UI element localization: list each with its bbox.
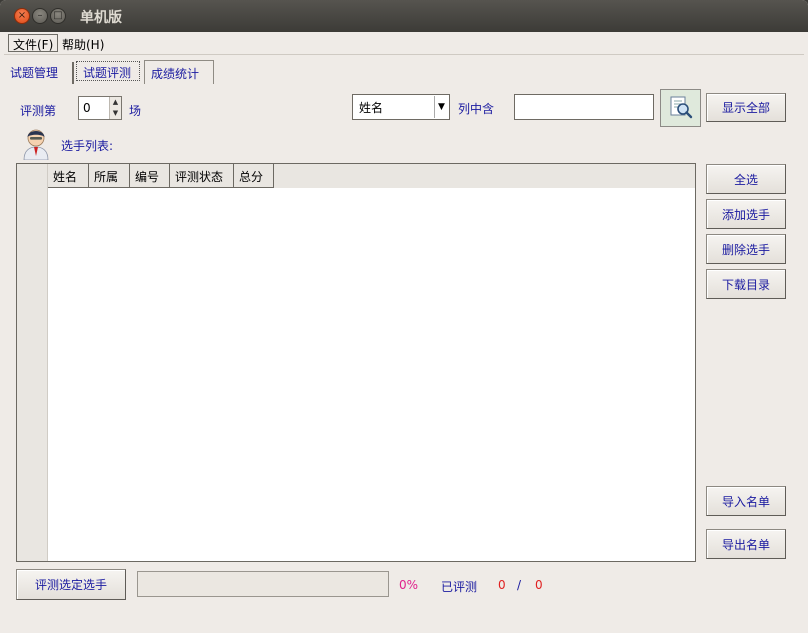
progress-percent: 0%	[399, 578, 419, 592]
tab-divider	[72, 62, 74, 84]
stepper-up-icon[interactable]: ▲	[109, 97, 121, 108]
column-header-name[interactable]: 姓名	[48, 164, 89, 188]
export-list-button[interactable]: 导出名单	[706, 529, 786, 559]
contains-label: 列中含	[458, 102, 495, 116]
column-header-number[interactable]: 编号	[130, 164, 170, 188]
user-avatar-icon	[23, 129, 49, 161]
tab-question-evaluation[interactable]: 试题评测	[76, 61, 140, 81]
tab-bar: 试题管理 试题评测 成绩统计	[4, 60, 804, 84]
stepper-down-icon[interactable]: ▼	[109, 108, 121, 119]
round-value: 0	[83, 101, 91, 115]
minimize-icon: –	[37, 10, 43, 21]
search-icon	[670, 96, 692, 119]
count-separator: /	[517, 578, 522, 592]
show-all-button[interactable]: 显示全部	[706, 93, 786, 122]
maximize-icon: □	[53, 10, 63, 21]
column-header-total[interactable]: 总分	[234, 164, 274, 188]
column-header-affiliation[interactable]: 所属	[89, 164, 130, 188]
menu-bar: 文件(F) 帮助(H)	[4, 33, 804, 55]
round-stepper[interactable]: 0 ▲ ▼	[78, 96, 122, 120]
column-select[interactable]: 姓名 ▼	[352, 94, 450, 120]
avatar	[22, 126, 50, 161]
search-button[interactable]	[660, 89, 701, 127]
close-window-button[interactable]: ×	[14, 8, 30, 24]
evaluate-selected-button[interactable]: 评测选定选手	[16, 569, 126, 600]
import-list-button[interactable]: 导入名单	[706, 486, 786, 516]
evaluation-panel: 评测第 0 ▲ ▼ 场 姓名 ▼ 列中含 显示全部 选手列表: 姓名 所属 编号…	[4, 84, 804, 629]
table-header: 姓名 所属 编号 评测状态 总分	[48, 164, 695, 188]
maximize-window-button[interactable]: □	[50, 8, 66, 24]
evaluation-progress-bar	[137, 571, 389, 597]
delete-contestant-button[interactable]: 删除选手	[706, 234, 786, 264]
round-label: 评测第	[20, 104, 57, 118]
download-directory-button[interactable]: 下载目录	[706, 269, 786, 299]
menu-help[interactable]: 帮助(H)	[58, 36, 108, 53]
column-header-status[interactable]: 评测状态	[170, 164, 234, 188]
window-title: 单机版	[80, 10, 122, 26]
row-header-column	[17, 164, 48, 561]
add-contestant-button[interactable]: 添加选手	[706, 199, 786, 229]
total-count: 0	[535, 578, 543, 592]
search-input[interactable]	[514, 94, 654, 120]
evaluated-count: 0	[498, 578, 506, 592]
round-unit-label: 场	[129, 104, 142, 118]
close-icon: ×	[17, 10, 27, 21]
minimize-window-button[interactable]: –	[32, 8, 48, 24]
menu-file[interactable]: 文件(F)	[8, 34, 59, 52]
contestant-list-label: 选手列表:	[61, 139, 114, 153]
tab-score-statistics[interactable]: 成绩统计	[144, 60, 214, 84]
app-window: × – □ 单机版 文件(F) 帮助(H) 试题管理 试题评测 成绩统计 评测第…	[0, 0, 808, 633]
title-bar: × – □ 单机版	[0, 0, 808, 32]
column-select-value: 姓名	[359, 101, 384, 115]
contestant-table[interactable]: 姓名 所属 编号 评测状态 总分	[16, 163, 696, 562]
select-all-button[interactable]: 全选	[706, 164, 786, 194]
tab-question-management[interactable]: 试题管理	[4, 60, 72, 84]
evaluated-label: 已评测	[441, 580, 478, 594]
chevron-down-icon: ▼	[434, 96, 448, 118]
